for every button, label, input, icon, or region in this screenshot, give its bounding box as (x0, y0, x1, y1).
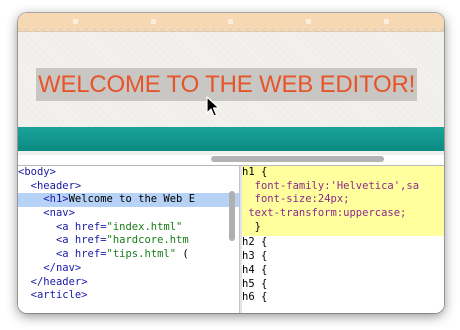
css-close-brace: } (254, 220, 261, 233)
preview-heading[interactable]: WELCOME TO THE WEB EDITOR! (36, 68, 418, 101)
code-token: <nav> (43, 207, 75, 220)
code-token: href= (74, 234, 107, 247)
html-source-panel[interactable]: <body> <header> <h1>Welcome to the Web E… (18, 166, 239, 313)
preview-top-decoration (18, 13, 444, 32)
code-token: "hardcore.htm (106, 234, 189, 247)
css-value: 'Helvetica',sa (330, 179, 420, 192)
css-declaration[interactable]: font-size:24px; (242, 193, 444, 207)
code-token: "index.html" (106, 220, 183, 233)
code-token: Welcome to the Web E (68, 193, 196, 206)
decoration-tick (151, 19, 156, 24)
decoration-tick (73, 19, 78, 24)
html-panel-vertical-scrollbar[interactable] (229, 191, 235, 241)
decoration-tick (306, 19, 311, 24)
css-value: 24px; (317, 193, 350, 206)
html-line[interactable]: <a href="hardcore.htm (18, 234, 239, 248)
css-property: text-transform: (248, 207, 344, 220)
css-rule[interactable]: h2 { (242, 236, 444, 250)
html-line[interactable]: <body> (18, 166, 239, 180)
html-line-selected[interactable]: <h1>Welcome to the Web E (18, 193, 239, 208)
code-token: <a (55, 234, 75, 247)
css-close-brace-line: } (242, 221, 444, 235)
code-token: <a (55, 248, 75, 261)
css-declaration[interactable]: font-family:'Helvetica',sa (242, 180, 444, 194)
code-token: "tips.html" (106, 248, 177, 261)
html-line[interactable]: <nav> (18, 207, 239, 221)
web-editor-window: WELCOME TO THE WEB EDITOR! <body> <heade… (18, 13, 444, 313)
code-token: </header> (30, 275, 88, 288)
css-selector-line: h1 { (242, 166, 444, 180)
code-token: <header> (30, 179, 82, 192)
html-line[interactable]: <a href="tips.html" ( (18, 248, 239, 262)
preview-horizontal-scrollbar[interactable] (211, 156, 384, 162)
html-line[interactable]: <a href="index.html" (18, 221, 239, 235)
decoration-tick (228, 19, 233, 24)
css-rule-h1-highlighted[interactable]: h1 { font-family:'Helvetica',sa font-siz… (242, 166, 444, 237)
html-line[interactable]: <header> (18, 180, 239, 194)
code-token: href= (74, 248, 107, 261)
css-rule[interactable]: h5 { (242, 278, 444, 292)
mouse-pointer-icon (206, 96, 220, 117)
css-selector: h1 { (242, 166, 268, 178)
css-property: font-size: (254, 193, 318, 206)
code-token: <a (55, 220, 75, 233)
code-token: <article> (30, 289, 88, 302)
html-line[interactable]: </nav> (18, 262, 239, 276)
css-value: uppercase; (343, 207, 407, 220)
css-rule[interactable]: h3 { (242, 250, 444, 264)
code-token: ( (176, 248, 189, 261)
code-token: <body> (18, 166, 56, 178)
code-token: <h1> (43, 193, 69, 206)
html-line[interactable]: </header> (18, 276, 239, 290)
code-token: href= (74, 220, 107, 233)
decoration-tick (384, 19, 389, 24)
code-token: </nav> (43, 261, 82, 274)
css-rule[interactable]: h4 { (242, 264, 444, 278)
css-declaration[interactable]: text-transform:uppercase; (242, 207, 444, 221)
preview-pane: WELCOME TO THE WEB EDITOR! (18, 13, 444, 162)
css-source-panel[interactable]: h1 { font-family:'Helvetica',sa font-siz… (242, 166, 444, 313)
css-rule[interactable]: h6 { (242, 291, 444, 305)
preview-nav-band (18, 127, 444, 151)
html-line[interactable]: <article> (18, 289, 239, 303)
css-property: font-family: (254, 179, 331, 192)
